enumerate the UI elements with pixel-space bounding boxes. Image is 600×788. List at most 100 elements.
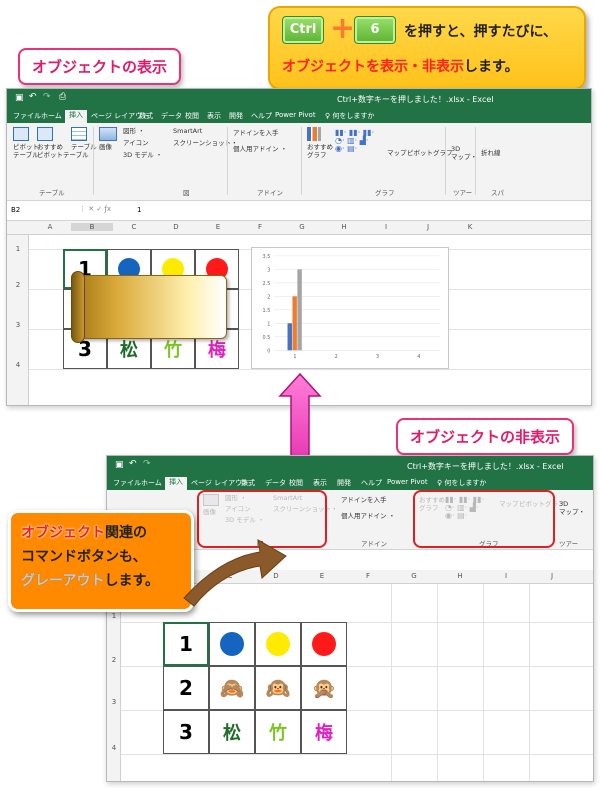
chart-type-icons[interactable]: ▮▮· ▮▮· ▮▮· ◔· ▥· ▟· ◉· ▤· xyxy=(335,129,374,153)
excel-window-hidden: ▣ ↶ ↷ Ctrl+数字キーを押しました！.xlsx - Excel ファイル… xyxy=(106,455,594,782)
3d-map-button[interactable]: 3D マップ・ xyxy=(451,145,477,161)
tab-power-pivot-2[interactable]: Power Pivot xyxy=(387,478,428,486)
window-title-2: Ctrl+数字キーを押しました！.xlsx - Excel xyxy=(407,462,564,471)
tab-help[interactable]: ヘルプ xyxy=(251,111,272,121)
chart-x-tick: 2 xyxy=(335,354,338,360)
chart-y-tick: 0.5 xyxy=(263,335,271,341)
chart-bar xyxy=(287,323,292,351)
scroll-shape[interactable] xyxy=(77,275,227,339)
save-icon-2[interactable]: ▣ xyxy=(115,460,124,470)
get-addin-button-2[interactable]: アドインを入手 xyxy=(341,496,387,504)
3d-map-button-2[interactable]: 3D マップ・ xyxy=(559,500,585,516)
formula-input[interactable]: 1 xyxy=(137,206,141,214)
my-addin-button[interactable]: 個人用アドイン ・ xyxy=(233,145,287,153)
tab-home[interactable]: ホーム xyxy=(41,111,62,121)
tab-data[interactable]: データ xyxy=(161,111,182,121)
tab-file-2[interactable]: ファイル xyxy=(113,478,141,488)
name-box[interactable]: B2 xyxy=(11,206,71,214)
smartart-button[interactable]: SmartArt xyxy=(173,127,202,135)
tab-formulas[interactable]: 数式 xyxy=(139,111,153,121)
chart-y-tick: 2 xyxy=(267,294,270,300)
undo-icon-2[interactable]: ↶ xyxy=(129,459,137,469)
six-key: 6 xyxy=(354,16,396,44)
ribbon-tabs-2: ファイル ホーム 挿入 ページ レイアウト 数式 データ 校閲 表示 開発 ヘル… xyxy=(107,476,593,490)
row-headers: 1 2 3 4 xyxy=(7,235,29,405)
shortcut-callout: Ctrl + 6 を押すと、押すたびに、 オブジェクトを表示・非表示します。 xyxy=(268,6,586,90)
formula-icons[interactable]: ⋮ ✕ ✓ ƒx xyxy=(79,205,111,213)
cell-b2-2[interactable]: 1 xyxy=(163,622,209,666)
group-addin-label: アドイン xyxy=(257,189,283,197)
tab-home-2[interactable]: ホーム xyxy=(141,478,162,488)
ribbon-tabs: ファイル ホーム 挿入 ページ レイアウト 数式 データ 校閲 表示 開発 ヘル… xyxy=(7,109,591,123)
tab-formulas-2[interactable]: 数式 xyxy=(241,478,255,488)
scroll-roll xyxy=(71,271,85,343)
tab-insert-2[interactable]: 挿入 xyxy=(165,477,187,490)
map-button[interactable]: マップ xyxy=(387,149,407,157)
cell-d2-2[interactable] xyxy=(255,622,301,666)
window-title: Ctrl+数字キーを押しました！.xlsx - Excel xyxy=(337,95,494,104)
callout-line2-highlight: オブジェクトを表示・非表示 xyxy=(282,59,464,75)
chart-y-tick: 3 xyxy=(267,267,270,273)
icons-button[interactable]: アイコン xyxy=(123,139,149,147)
3d-model-button[interactable]: 3D モデル ・ xyxy=(123,151,162,159)
ribbon: ピボット テーブル おすすめ ピボットテーブル テーブル テーブル 画像 図形 … xyxy=(7,123,591,201)
callout-line1: を押すと、押すたびに、 xyxy=(404,24,558,40)
tab-developer-2[interactable]: 開発 xyxy=(337,478,351,488)
tab-insert[interactable]: 挿入 xyxy=(65,110,87,123)
cell-b3-2[interactable]: 2 xyxy=(163,666,209,710)
print-preview-icon[interactable]: ⎙ xyxy=(59,92,66,102)
cell-c4-2[interactable]: 松 xyxy=(209,710,255,754)
redo-icon[interactable]: ↷ xyxy=(43,92,51,102)
cell-d4-2[interactable]: 竹 xyxy=(255,710,301,754)
chart-x-tick: 3 xyxy=(376,354,379,360)
shapes-button[interactable]: 図形 ・ xyxy=(123,127,145,135)
callout-grayout-highlight: グレーアウト xyxy=(21,573,105,589)
recommended-pivot-button[interactable]: おすすめ ピボットテーブル xyxy=(37,127,89,159)
tab-view-2[interactable]: 表示 xyxy=(313,478,327,488)
speak-no-evil-monkey-icon: 🙊 xyxy=(311,676,337,700)
blue-circle-icon-2 xyxy=(220,632,244,656)
chart-x-tick: 1 xyxy=(293,354,296,360)
save-icon[interactable]: ▣ xyxy=(15,93,24,103)
tab-review[interactable]: 校閲 xyxy=(185,111,199,121)
image-button[interactable]: 画像 xyxy=(99,127,117,151)
line-sparkline-button[interactable]: 折れ線 xyxy=(481,149,501,157)
tab-file[interactable]: ファイル xyxy=(13,111,41,121)
get-addin-button[interactable]: アドインを入手 xyxy=(233,129,279,137)
pivot-table-icon xyxy=(13,127,29,141)
cell-e2-2[interactable] xyxy=(301,622,347,666)
cell-e4-2[interactable]: 梅 xyxy=(301,710,347,754)
my-addin-button-2[interactable]: 個人用アドイン ・ xyxy=(341,512,395,520)
recommended-graph-button[interactable]: おすすめ グラフ xyxy=(307,127,333,159)
row-headers-2: 1 2 3 4 xyxy=(107,584,121,781)
tab-developer[interactable]: 開発 xyxy=(229,111,243,121)
callout-related-text: 関連の xyxy=(105,525,147,541)
cell-d3-2[interactable]: 🙉 xyxy=(255,666,301,710)
pivot-table-button[interactable]: ピボット テーブル xyxy=(13,127,39,159)
cell-c3-2[interactable]: 🙈 xyxy=(209,666,255,710)
tab-data-2[interactable]: データ xyxy=(265,478,286,488)
callout-command-text: コマンドボタンも、 xyxy=(21,549,147,565)
tell-me-search-2[interactable]: ♀ 何をしますか xyxy=(437,478,486,488)
redo-icon-2[interactable]: ↷ xyxy=(143,459,151,469)
chart-y-tick: 1 xyxy=(267,321,270,327)
callout-shimasu-text: します。 xyxy=(104,573,160,589)
cell-c2-2[interactable] xyxy=(209,622,255,666)
chart-bar xyxy=(292,296,297,351)
cell-b4-2[interactable]: 3 xyxy=(163,710,209,754)
tab-help-2[interactable]: ヘルプ xyxy=(361,478,382,488)
bar-chart[interactable]: 3.5 3 2.5 2 1.5 1 0.5 0 1 2 3 4 xyxy=(251,247,449,369)
chart-x-tick: 4 xyxy=(417,354,420,360)
group-sparkline-label: スパ xyxy=(491,189,504,197)
undo-icon[interactable]: ↶ xyxy=(29,92,37,102)
graph-group-highlight xyxy=(413,490,555,548)
tell-me-search[interactable]: ♀ 何をしますか xyxy=(325,111,374,121)
cell-e3-2[interactable]: 🙊 xyxy=(301,666,347,710)
tab-power-pivot[interactable]: Power Pivot xyxy=(275,111,316,119)
yellow-circle-icon-2 xyxy=(266,632,290,656)
tab-view[interactable]: 表示 xyxy=(207,111,221,121)
grayout-callout: オブジェクト関連の コマンドボタンも、 グレーアウトします。 xyxy=(8,510,194,612)
image-icon xyxy=(99,127,117,141)
tab-review-2[interactable]: 校閲 xyxy=(289,478,303,488)
plus-icon: + xyxy=(330,11,356,46)
